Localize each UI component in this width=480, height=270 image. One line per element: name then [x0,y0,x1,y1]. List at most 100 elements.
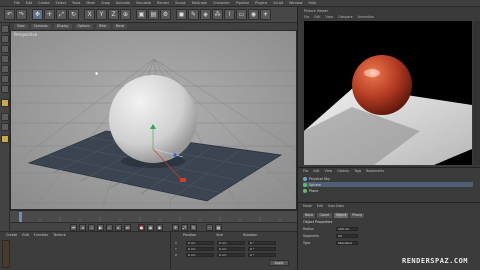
viewport-menu-filter[interactable]: Filter [95,24,110,29]
sphere-object[interactable] [109,75,197,163]
om-menu-file[interactable]: File [303,169,308,173]
array-icon[interactable]: ⁂ [212,9,223,20]
scale-tool-icon[interactable]: ⤢ [56,9,67,20]
redo-icon[interactable]: ↷ [16,9,27,20]
undo-icon[interactable]: ↶ [4,9,15,20]
apply-button[interactable]: Apply [269,260,289,266]
coord-position-y-field[interactable]: 0 cm [186,246,214,251]
menu-file[interactable]: File [14,1,20,5]
live-selection-icon[interactable]: ✥ [32,9,43,20]
coord-size-x-field[interactable]: 0 cm [217,240,245,245]
z-axis-icon[interactable]: Z [108,9,119,20]
move-tool-icon[interactable]: ✛ [44,9,55,20]
tab-object[interactable]: Object [333,213,349,218]
model-mode-icon[interactable] [1,35,9,43]
material-menu-edit[interactable]: Edit [22,233,29,237]
menu-mesh[interactable]: Mesh [86,1,95,5]
material-menu-function[interactable]: Function [34,233,48,237]
polygons-mode-icon[interactable] [1,85,9,93]
menu-select[interactable]: Select [56,1,66,5]
render-settings-icon[interactable]: ⚙ [160,9,171,20]
coord-position-x-field[interactable]: 0 cm [186,240,214,245]
coord-rotation-p-field[interactable]: 0 ° [248,246,276,251]
render-canvas[interactable] [304,21,472,165]
viewport-menu-options[interactable]: Options [74,24,93,29]
tab-coord[interactable]: Coord. [317,213,332,218]
play-icon[interactable]: ▶ [97,224,104,231]
cube-icon[interactable]: ◼ [176,9,187,20]
record-icon[interactable]: ● [138,224,145,231]
coordinate-system-icon[interactable]: ⊕ [120,9,131,20]
om-menu-view[interactable]: View [325,169,333,173]
coord-size-z-field[interactable]: 0 cm [217,252,245,257]
menu-mograph[interactable]: MoGraph [192,1,207,5]
menu-snap[interactable]: Snap [101,1,110,5]
am-menu-edit[interactable]: Edit [317,204,323,208]
subdivision-icon[interactable]: ◈ [200,9,211,20]
y-axis-icon[interactable]: Y [96,9,107,20]
pv-menu-animation[interactable]: Animation [358,15,374,19]
am-menu-user-data[interactable]: User Data [328,204,344,208]
axis-mode-icon[interactable] [1,99,9,107]
texture-mode-icon[interactable] [1,45,9,53]
viewport-menu-panel[interactable]: Panel [112,24,128,29]
deformer-icon[interactable]: ⌇ [224,9,235,20]
radius-field[interactable]: 100 cm [336,227,358,231]
next-key-icon[interactable]: ▸ [115,224,122,231]
menu-animate[interactable]: Animate [116,1,130,5]
pv-menu-view[interactable]: View [326,15,334,19]
om-menu-objects[interactable]: Objects [337,169,349,173]
om-menu-bookmarks[interactable]: Bookmarks [366,169,384,173]
object-row-physical-sky[interactable]: Physical Sky [303,176,330,181]
menu-plugins[interactable]: Plugins [255,1,267,5]
keyframe-selection-icon[interactable]: ◆ [156,224,163,231]
pla-key-icon[interactable]: ⋯ [206,224,213,231]
om-menu-tags[interactable]: Tags [354,169,361,173]
menu-edit[interactable]: Edit [26,1,33,5]
go-to-start-icon[interactable]: ⏮ [70,224,77,231]
rotate-tool-icon[interactable]: ↻ [68,9,79,20]
material-menu-texture[interactable]: Texture [53,233,65,237]
next-frame-icon[interactable]: ▹ [106,224,113,231]
render-picture-viewer-icon[interactable]: ▤ [148,9,159,20]
floor-icon[interactable]: ▭ [236,9,247,20]
pv-menu-edit[interactable]: Edit [314,15,320,19]
autokey-icon[interactable]: ◉ [147,224,154,231]
am-menu-mode[interactable]: Mode [303,204,312,208]
workplane-icon[interactable] [1,55,9,63]
tweak-icon[interactable] [1,113,9,121]
perspective-viewport[interactable]: ✱ Perspective [10,30,297,210]
segments-field[interactable]: 24 [336,234,358,238]
edges-mode-icon[interactable] [1,75,9,83]
picture-viewer-sidebar[interactable] [473,21,480,165]
menu-window[interactable]: Window [289,1,302,5]
rotation-key-icon[interactable]: ↻ [190,224,197,231]
menu-render[interactable]: Render [157,1,169,5]
viewport-menu-display[interactable]: Display [53,24,72,29]
prev-key-icon[interactable]: ◂ [79,224,86,231]
tab-basic[interactable]: Basic [303,213,316,218]
menu-tools[interactable]: Tools [72,1,80,5]
menu-create[interactable]: Create [38,1,49,5]
coord-size-y-field[interactable]: 0 cm [217,246,245,251]
timeline-window-icon[interactable]: ▦ [215,224,222,231]
render-view-icon[interactable]: ▣ [136,9,147,20]
position-key-icon[interactable]: ✛ [172,224,179,231]
points-mode-icon[interactable] [1,65,9,73]
make-editable-icon[interactable] [1,25,9,33]
prev-frame-icon[interactable]: ◃ [88,224,95,231]
menu-character[interactable]: Character [213,1,230,5]
menu-script[interactable]: Script [273,1,283,5]
menu-sculpt[interactable]: Sculpt [175,1,186,5]
light-icon[interactable]: ☀ [260,9,271,20]
go-to-end-icon[interactable]: ⏭ [124,224,131,231]
camera-icon[interactable]: ◉ [248,9,259,20]
type-dropdown[interactable]: Standard [336,241,358,245]
pen-icon[interactable]: ✎ [188,9,199,20]
coord-rotation-h-field[interactable]: 0 ° [248,240,276,245]
tab-phong[interactable]: Phong [350,213,365,218]
timeline-ruler[interactable] [10,210,297,222]
coord-position-z-field[interactable]: 0 cm [186,252,214,257]
pv-menu-file[interactable]: File [304,15,309,19]
menu-help[interactable]: Help [309,1,317,5]
